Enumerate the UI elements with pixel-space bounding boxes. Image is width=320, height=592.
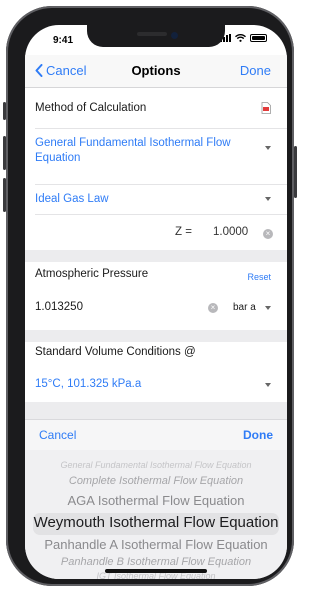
reset-button[interactable]: Reset — [247, 272, 271, 282]
front-camera — [171, 32, 178, 39]
atmos-pressure-input[interactable]: 1.013250 — [35, 301, 83, 313]
method-picker-wheel[interactable]: General Fundamental Isothermal Flow Equa… — [25, 450, 287, 579]
picker-option[interactable]: General Fundamental Isothermal Flow Equa… — [25, 460, 287, 470]
pressure-unit-select[interactable]: bar a — [233, 302, 256, 313]
standard-heading: Standard Volume Conditions @ — [35, 346, 196, 358]
status-icons — [220, 34, 267, 42]
chevron-down-icon — [265, 146, 271, 150]
standard-conditions-section: Standard Volume Conditions @ 15°C, 101.3… — [25, 342, 287, 402]
gas-law-value: Ideal Gas Law — [35, 193, 109, 205]
picker-option[interactable]: AGA Isothermal Flow Equation — [25, 493, 287, 508]
picker-cancel-button[interactable]: Cancel — [39, 428, 76, 442]
mute-switch — [3, 102, 6, 120]
chevron-down-icon — [265, 197, 271, 201]
section-separator — [25, 402, 287, 419]
z-factor-row: Z = 1.0000 × — [25, 224, 287, 246]
volume-up-button — [3, 136, 6, 170]
home-indicator[interactable] — [105, 569, 207, 573]
picker-option[interactable]: Complete Isothermal Flow Equation — [25, 475, 287, 487]
divider — [35, 214, 287, 215]
method-value: General Fundamental Isothermal Flow Equa… — [35, 137, 231, 164]
standard-conditions-value[interactable]: 15°C, 101.325 kPa.a — [35, 377, 141, 392]
gas-law-row[interactable]: Ideal Gas Law — [25, 184, 287, 214]
pdf-icon[interactable] — [261, 102, 271, 114]
atmos-heading: Atmospheric Pressure — [35, 268, 149, 280]
atmospheric-section: Atmospheric Pressure Reset 1.013250 × ba… — [25, 262, 287, 330]
method-row[interactable]: General Fundamental Isothermal Flow Equa… — [25, 128, 287, 184]
phone-frame: 9:41 Cancel Options Done Method of Calcu… — [3, 6, 297, 586]
screen: 9:41 Cancel Options Done Method of Calcu… — [25, 25, 287, 579]
picker-option[interactable]: Panhandle B Isothermal Flow Equation — [25, 556, 287, 568]
nav-bar: Cancel Options Done — [25, 55, 287, 88]
z-label: Z = — [175, 226, 192, 238]
chevron-down-icon — [265, 383, 271, 387]
nav-done-button[interactable]: Done — [240, 63, 271, 78]
speaker-grille — [137, 32, 167, 36]
z-value-input[interactable]: 1.0000 — [213, 226, 248, 238]
picker-option-selected[interactable]: Weymouth Isothermal Flow Equation — [25, 514, 287, 531]
battery-icon — [250, 34, 267, 42]
power-button — [294, 146, 297, 198]
volume-down-button — [3, 178, 6, 212]
calc-heading: Method of Calculation — [35, 102, 147, 114]
clear-icon[interactable]: × — [263, 229, 273, 239]
section-separator — [25, 250, 287, 262]
notch — [87, 25, 225, 47]
status-time: 9:41 — [53, 35, 74, 46]
wifi-icon — [235, 34, 246, 42]
picker-done-button[interactable]: Done — [243, 428, 273, 442]
picker-toolbar: Cancel Done — [25, 419, 287, 451]
section-separator — [25, 330, 287, 342]
picker-option[interactable]: Panhandle A Isothermal Flow Equation — [25, 537, 287, 552]
calculation-section: Method of Calculation General Fundamenta… — [25, 88, 287, 250]
chevron-down-icon — [265, 306, 271, 310]
clear-icon[interactable]: × — [208, 303, 218, 313]
